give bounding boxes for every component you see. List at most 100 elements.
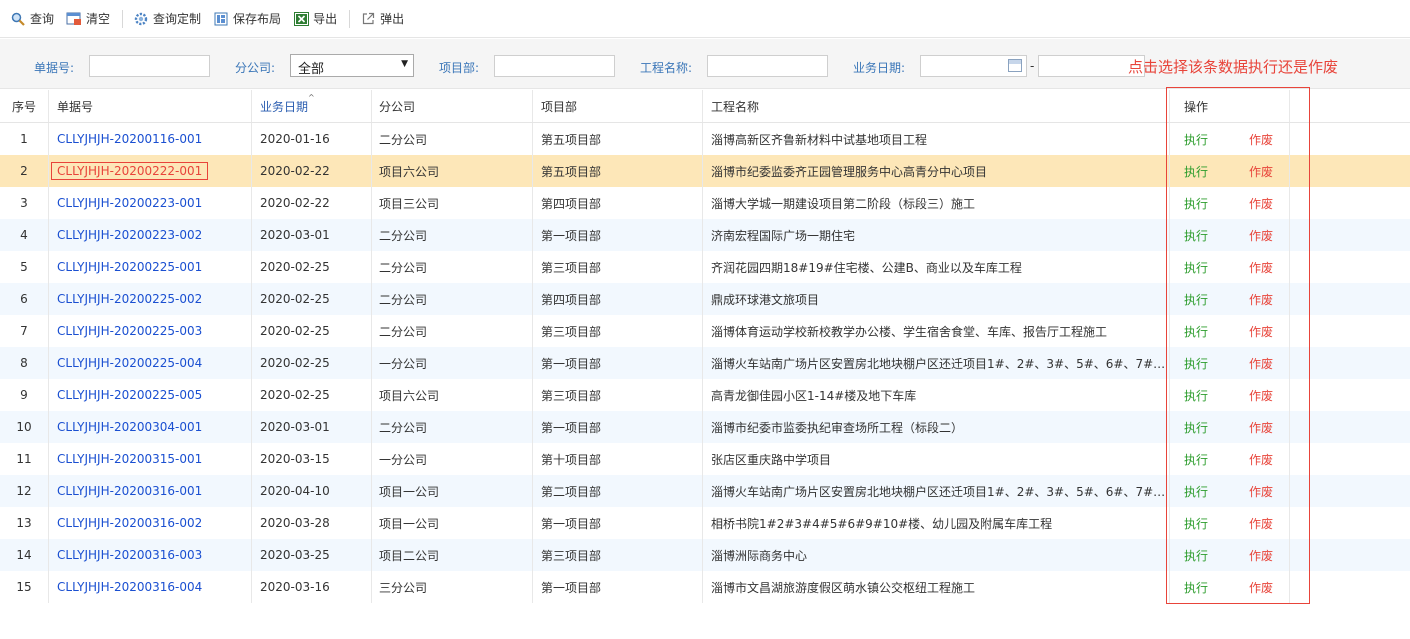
- doc-no-link[interactable]: CLLYJHJH-20200116-001: [57, 132, 202, 146]
- doc-no-link[interactable]: CLLYJHJH-20200316-001: [57, 484, 202, 498]
- cell-doc-no[interactable]: CLLYJHJH-20200223-002: [49, 219, 252, 251]
- table-row[interactable]: 15 CLLYJHJH-20200316-004 2020-03-16 三分公司 第一项…: [0, 571, 1410, 603]
- execute-button[interactable]: 执行: [1170, 451, 1208, 468]
- doc-no-link[interactable]: CLLYJHJH-20200316-002: [57, 516, 202, 530]
- execute-button[interactable]: 执行: [1170, 323, 1208, 340]
- void-button[interactable]: 作废: [1249, 419, 1289, 436]
- cell-doc-no[interactable]: CLLYJHJH-20200225-003: [49, 315, 252, 347]
- table-row[interactable]: 14 CLLYJHJH-20200316-003 2020-03-25 项目二公司 第三…: [0, 539, 1410, 571]
- void-button[interactable]: 作废: [1249, 227, 1289, 244]
- execute-button[interactable]: 执行: [1170, 291, 1208, 308]
- void-button[interactable]: 作废: [1249, 515, 1289, 532]
- void-button[interactable]: 作废: [1249, 483, 1289, 500]
- cell-doc-no[interactable]: CLLYJHJH-20200316-001: [49, 475, 252, 507]
- cell-project-dept: 第一项目部: [533, 219, 703, 251]
- execute-button[interactable]: 执行: [1170, 483, 1208, 500]
- sort-asc-icon: ^: [308, 93, 315, 102]
- void-button[interactable]: 作废: [1249, 323, 1289, 340]
- execute-button[interactable]: 执行: [1170, 131, 1208, 148]
- doc-no-link[interactable]: CLLYJHJH-20200225-003: [57, 324, 202, 338]
- void-button[interactable]: 作废: [1249, 291, 1289, 308]
- execute-button[interactable]: 执行: [1170, 195, 1208, 212]
- save-layout-button[interactable]: 保存布局: [209, 7, 285, 31]
- table-row[interactable]: 13 CLLYJHJH-20200316-002 2020-03-28 项目一公司 第一…: [0, 507, 1410, 539]
- doc-no-input[interactable]: [89, 55, 210, 77]
- doc-no-link[interactable]: CLLYJHJH-20200223-001: [57, 196, 202, 210]
- project-dept-input[interactable]: [494, 55, 615, 77]
- doc-no-link[interactable]: CLLYJHJH-20200225-005: [57, 388, 202, 402]
- doc-no-link[interactable]: CLLYJHJH-20200222-001: [51, 162, 209, 180]
- execute-button[interactable]: 执行: [1170, 547, 1208, 564]
- cell-doc-no[interactable]: CLLYJHJH-20200223-001: [49, 187, 252, 219]
- table-row[interactable]: 6 CLLYJHJH-20200225-002 2020-02-25 二分公司 第四项目…: [0, 283, 1410, 315]
- void-button[interactable]: 作废: [1249, 387, 1289, 404]
- custom-query-button[interactable]: 查询定制: [129, 7, 205, 31]
- cell-ops: 执行 作废: [1170, 123, 1290, 155]
- void-button[interactable]: 作废: [1249, 163, 1289, 180]
- col-header-project-dept[interactable]: 项目部: [533, 90, 703, 122]
- doc-no-link[interactable]: CLLYJHJH-20200315-001: [57, 452, 202, 466]
- table-row[interactable]: 5 CLLYJHJH-20200225-001 2020-02-25 二分公司 第三项目…: [0, 251, 1410, 283]
- cell-doc-no[interactable]: CLLYJHJH-20200304-001: [49, 411, 252, 443]
- execute-button[interactable]: 执行: [1170, 419, 1208, 436]
- doc-no-link[interactable]: CLLYJHJH-20200225-001: [57, 260, 202, 274]
- cell-doc-no[interactable]: CLLYJHJH-20200225-005: [49, 379, 252, 411]
- cell-doc-no[interactable]: CLLYJHJH-20200316-003: [49, 539, 252, 571]
- doc-no-link[interactable]: CLLYJHJH-20200304-001: [57, 420, 202, 434]
- col-header-branch[interactable]: 分公司: [372, 90, 533, 122]
- table-row[interactable]: 2 CLLYJHJH-20200222-001 2020-02-22 项目六公司 第五项…: [0, 155, 1410, 187]
- cell-doc-no[interactable]: CLLYJHJH-20200316-002: [49, 507, 252, 539]
- cell-doc-no[interactable]: CLLYJHJH-20200316-004: [49, 571, 252, 603]
- table-row[interactable]: 7 CLLYJHJH-20200225-003 2020-02-25 二分公司 第三项目…: [0, 315, 1410, 347]
- cell-branch: 二分公司: [372, 283, 533, 315]
- void-button[interactable]: 作废: [1249, 451, 1289, 468]
- col-header-biz-date[interactable]: 业务日期 ^: [252, 90, 372, 122]
- void-button[interactable]: 作废: [1249, 131, 1289, 148]
- doc-no-link[interactable]: CLLYJHJH-20200225-002: [57, 292, 202, 306]
- table-row[interactable]: 8 CLLYJHJH-20200225-004 2020-02-25 一分公司 第一项目…: [0, 347, 1410, 379]
- execute-button[interactable]: 执行: [1170, 355, 1208, 372]
- void-button[interactable]: 作废: [1249, 355, 1289, 372]
- doc-no-link[interactable]: CLLYJHJH-20200223-002: [57, 228, 202, 242]
- execute-button[interactable]: 执行: [1170, 227, 1208, 244]
- project-name-input[interactable]: [707, 55, 828, 77]
- table-row[interactable]: 11 CLLYJHJH-20200315-001 2020-03-15 一分公司 第十项…: [0, 443, 1410, 475]
- void-button[interactable]: 作废: [1249, 579, 1289, 596]
- cell-doc-no[interactable]: CLLYJHJH-20200225-001: [49, 251, 252, 283]
- execute-button[interactable]: 执行: [1170, 579, 1208, 596]
- doc-no-link[interactable]: CLLYJHJH-20200316-003: [57, 548, 202, 562]
- date-from-input[interactable]: [920, 55, 1027, 77]
- col-header-doc-no[interactable]: 单据号: [49, 90, 252, 122]
- branch-select[interactable]: 全部 ▼: [290, 54, 414, 77]
- grid-header: 序号 单据号 业务日期 ^ 分公司 项目部 工程名称 操作: [0, 90, 1410, 123]
- table-row[interactable]: 10 CLLYJHJH-20200304-001 2020-03-01 二分公司 第一项…: [0, 411, 1410, 443]
- void-button[interactable]: 作废: [1249, 195, 1289, 212]
- data-grid: 序号 单据号 业务日期 ^ 分公司 项目部 工程名称 操作 1 CLLYJHJH-…: [0, 90, 1410, 603]
- export-button[interactable]: 导出: [289, 7, 341, 31]
- doc-no-link[interactable]: CLLYJHJH-20200225-004: [57, 356, 202, 370]
- calendar-icon[interactable]: [1008, 59, 1022, 72]
- clear-button[interactable]: 清空: [62, 7, 114, 31]
- popup-button[interactable]: 弹出: [356, 7, 408, 31]
- cell-doc-no[interactable]: CLLYJHJH-20200225-004: [49, 347, 252, 379]
- col-header-project-name[interactable]: 工程名称: [703, 90, 1170, 122]
- execute-button[interactable]: 执行: [1170, 387, 1208, 404]
- void-button[interactable]: 作废: [1249, 259, 1289, 276]
- doc-no-link[interactable]: CLLYJHJH-20200316-004: [57, 580, 202, 594]
- cell-project-dept: 第三项目部: [533, 379, 703, 411]
- cell-doc-no[interactable]: CLLYJHJH-20200222-001: [49, 155, 252, 187]
- execute-button[interactable]: 执行: [1170, 259, 1208, 276]
- execute-button[interactable]: 执行: [1170, 163, 1208, 180]
- query-button[interactable]: 查询: [6, 7, 58, 31]
- cell-index: 3: [0, 187, 49, 219]
- table-row[interactable]: 3 CLLYJHJH-20200223-001 2020-02-22 项目三公司 第四项…: [0, 187, 1410, 219]
- table-row[interactable]: 4 CLLYJHJH-20200223-002 2020-03-01 二分公司 第一项目…: [0, 219, 1410, 251]
- cell-doc-no[interactable]: CLLYJHJH-20200315-001: [49, 443, 252, 475]
- table-row[interactable]: 9 CLLYJHJH-20200225-005 2020-02-25 项目六公司 第三项…: [0, 379, 1410, 411]
- table-row[interactable]: 12 CLLYJHJH-20200316-001 2020-04-10 项目一公司 第二…: [0, 475, 1410, 507]
- void-button[interactable]: 作废: [1249, 547, 1289, 564]
- cell-doc-no[interactable]: CLLYJHJH-20200225-002: [49, 283, 252, 315]
- table-row[interactable]: 1 CLLYJHJH-20200116-001 2020-01-16 二分公司 第五项目…: [0, 123, 1410, 155]
- cell-doc-no[interactable]: CLLYJHJH-20200116-001: [49, 123, 252, 155]
- execute-button[interactable]: 执行: [1170, 515, 1208, 532]
